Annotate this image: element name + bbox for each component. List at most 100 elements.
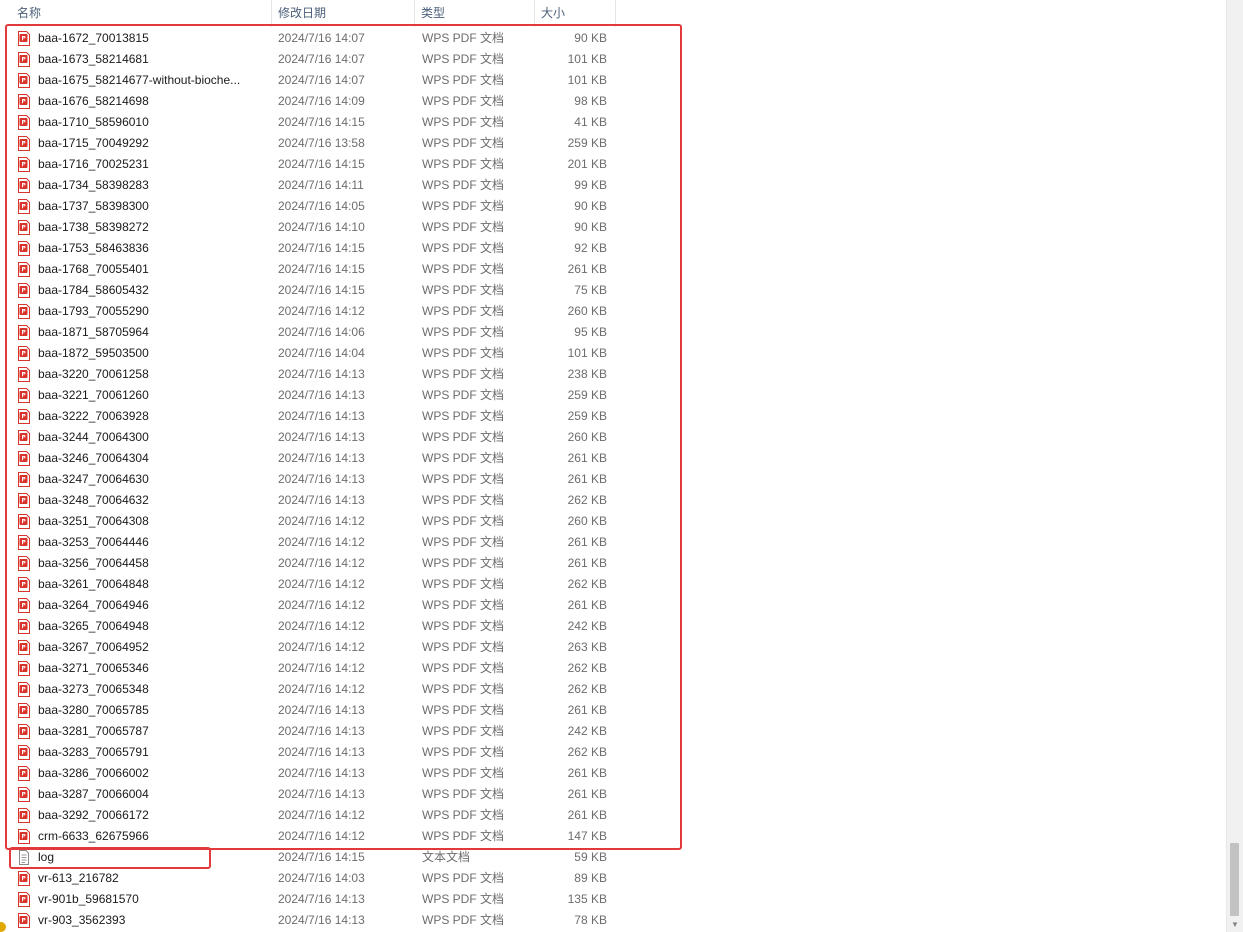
file-row[interactable]: baa-3267_70064952 2024/7/16 14:12 WPS PDF … xyxy=(0,637,616,658)
file-name: baa-1675_58214677-without-bioche... xyxy=(38,73,241,87)
column-header-name-label: 名称 xyxy=(17,6,42,20)
file-row[interactable]: baa-3222_70063928 2024/7/16 14:13 WPS PDF … xyxy=(0,406,616,427)
file-row[interactable]: vr-613_216782 2024/7/16 14:03 WPS PDF 文档 89… xyxy=(0,868,616,889)
file-date-modified: 2024/7/16 14:03 xyxy=(278,871,365,885)
file-type: WPS PDF 文档 xyxy=(422,703,505,717)
file-size: 262 KB xyxy=(567,745,607,759)
file-name: baa-3264_70064946 xyxy=(38,598,149,612)
file-date-modified: 2024/7/16 14:12 xyxy=(278,535,365,549)
file-type: WPS PDF 文档 xyxy=(422,892,505,906)
file-type: 文本文档 xyxy=(422,850,471,864)
file-date-modified: 2024/7/16 14:12 xyxy=(278,598,365,612)
pdf-icon xyxy=(17,241,31,256)
file-name: baa-3265_70064948 xyxy=(38,619,149,633)
file-row[interactable]: vr-901b_59681570 2024/7/16 14:13 WPS PDF 文… xyxy=(0,889,616,910)
pdf-icon xyxy=(17,703,31,718)
pdf-icon xyxy=(17,115,31,130)
file-size: 95 KB xyxy=(574,325,607,339)
file-name: baa-3267_70064952 xyxy=(38,640,149,654)
file-row[interactable]: baa-1753_58463836 2024/7/16 14:15 WPS PDF … xyxy=(0,238,616,259)
file-row[interactable]: vr-903_3562393 2024/7/16 14:13 WPS PDF 文档 7… xyxy=(0,910,616,931)
file-size: 262 KB xyxy=(567,577,607,591)
file-row[interactable]: baa-1673_58214681 2024/7/16 14:07 WPS PDF … xyxy=(0,49,616,70)
file-row[interactable]: baa-3286_70066002 2024/7/16 14:13 WPS PDF … xyxy=(0,763,616,784)
file-row[interactable]: baa-3244_70064300 2024/7/16 14:13 WPS PDF … xyxy=(0,427,616,448)
column-header-size[interactable]: 大小 xyxy=(535,0,616,27)
file-type: WPS PDF 文档 xyxy=(422,262,505,276)
file-row[interactable]: baa-3247_70064630 2024/7/16 14:13 WPS PDF … xyxy=(0,469,616,490)
file-type: WPS PDF 文档 xyxy=(422,388,505,402)
file-row[interactable]: baa-3264_70064946 2024/7/16 14:12 WPS PDF … xyxy=(0,595,616,616)
file-size: 59 KB xyxy=(574,850,607,864)
file-type: WPS PDF 文档 xyxy=(422,451,505,465)
file-type: WPS PDF 文档 xyxy=(422,52,505,66)
pdf-icon xyxy=(17,892,31,907)
column-header-date[interactable]: 修改日期 xyxy=(272,0,415,27)
file-row[interactable]: baa-1768_70055401 2024/7/16 14:15 WPS PDF … xyxy=(0,259,616,280)
file-type: WPS PDF 文档 xyxy=(422,241,505,255)
file-name: baa-3248_70064632 xyxy=(38,493,149,507)
pdf-icon xyxy=(17,430,31,445)
file-row[interactable]: baa-3251_70064308 2024/7/16 14:12 WPS PDF … xyxy=(0,511,616,532)
file-row[interactable]: baa-1672_70013815 2024/7/16 14:07 WPS PDF … xyxy=(0,28,616,49)
file-date-modified: 2024/7/16 14:05 xyxy=(278,199,365,213)
pdf-icon xyxy=(17,787,31,802)
file-row[interactable]: baa-1676_58214698 2024/7/16 14:09 WPS PDF … xyxy=(0,91,616,112)
file-date-modified: 2024/7/16 14:13 xyxy=(278,472,365,486)
file-row[interactable]: baa-1710_58596010 2024/7/16 14:15 WPS PDF … xyxy=(0,112,616,133)
file-size: 261 KB xyxy=(567,262,607,276)
file-date-modified: 2024/7/16 14:12 xyxy=(278,682,365,696)
file-row[interactable]: baa-3248_70064632 2024/7/16 14:13 WPS PDF … xyxy=(0,490,616,511)
column-header-type[interactable]: 类型 xyxy=(415,0,535,27)
file-row[interactable]: baa-1784_58605432 2024/7/16 14:15 WPS PDF … xyxy=(0,280,616,301)
file-row[interactable]: baa-1716_70025231 2024/7/16 14:15 WPS PDF … xyxy=(0,154,616,175)
file-row[interactable]: baa-1734_58398283 2024/7/16 14:11 WPS PDF … xyxy=(0,175,616,196)
file-row[interactable]: baa-1872_59503500 2024/7/16 14:04 WPS PDF … xyxy=(0,343,616,364)
file-row[interactable]: baa-1737_58398300 2024/7/16 14:05 WPS PDF … xyxy=(0,196,616,217)
file-date-modified: 2024/7/16 14:13 xyxy=(278,766,365,780)
vertical-scrollbar[interactable]: ▼ xyxy=(1226,0,1243,932)
file-row[interactable]: baa-3292_70066172 2024/7/16 14:12 WPS PDF … xyxy=(0,805,616,826)
file-size: 90 KB xyxy=(574,31,607,45)
file-row[interactable]: baa-3283_70065791 2024/7/16 14:13 WPS PDF … xyxy=(0,742,616,763)
file-type: WPS PDF 文档 xyxy=(422,220,505,234)
file-name: baa-3280_70065785 xyxy=(38,703,149,717)
file-name: baa-3251_70064308 xyxy=(38,514,149,528)
file-row[interactable]: baa-1793_70055290 2024/7/16 14:12 WPS PDF … xyxy=(0,301,616,322)
file-name: crm-6633_62675966 xyxy=(38,829,149,843)
file-row[interactable]: baa-3287_70066004 2024/7/16 14:13 WPS PDF … xyxy=(0,784,616,805)
pdf-icon xyxy=(17,472,31,487)
file-date-modified: 2024/7/16 14:12 xyxy=(278,640,365,654)
pdf-icon xyxy=(17,31,31,46)
file-row[interactable]: baa-3220_70061258 2024/7/16 14:13 WPS PDF … xyxy=(0,364,616,385)
pdf-icon xyxy=(17,829,31,844)
file-name: baa-1871_58705964 xyxy=(38,325,149,339)
file-date-modified: 2024/7/16 14:06 xyxy=(278,325,365,339)
pdf-icon xyxy=(17,493,31,508)
file-name: baa-1753_58463836 xyxy=(38,241,149,255)
file-row[interactable]: crm-6633_62675966 2024/7/16 14:12 WPS PDF … xyxy=(0,826,616,847)
file-row[interactable]: baa-3256_70064458 2024/7/16 14:12 WPS PDF … xyxy=(0,553,616,574)
file-date-modified: 2024/7/16 14:12 xyxy=(278,661,365,675)
file-row[interactable]: baa-1871_58705964 2024/7/16 14:06 WPS PDF … xyxy=(0,322,616,343)
file-row[interactable]: baa-1738_58398272 2024/7/16 14:10 WPS PDF … xyxy=(0,217,616,238)
file-row[interactable]: baa-3221_70061260 2024/7/16 14:13 WPS PDF … xyxy=(0,385,616,406)
file-row[interactable]: baa-3271_70065346 2024/7/16 14:12 WPS PDF … xyxy=(0,658,616,679)
scrollbar-thumb[interactable] xyxy=(1230,843,1239,916)
file-name: log xyxy=(38,850,55,864)
file-row[interactable]: baa-3265_70064948 2024/7/16 14:12 WPS PDF … xyxy=(0,616,616,637)
file-row[interactable]: baa-1675_58214677-without-bioche... 2024/… xyxy=(0,70,616,91)
file-row[interactable]: baa-3280_70065785 2024/7/16 14:13 WPS PDF … xyxy=(0,700,616,721)
file-row[interactable]: log 2024/7/16 14:15 文本文档 59 KB xyxy=(0,847,616,868)
column-header-name[interactable]: ^ 名称 xyxy=(0,0,272,27)
file-row[interactable]: baa-3246_70064304 2024/7/16 14:13 WPS PDF … xyxy=(0,448,616,469)
file-row[interactable]: baa-3261_70064848 2024/7/16 14:12 WPS PDF … xyxy=(0,574,616,595)
file-row[interactable]: baa-3253_70064446 2024/7/16 14:12 WPS PDF … xyxy=(0,532,616,553)
file-row[interactable]: baa-3281_70065787 2024/7/16 14:13 WPS PDF … xyxy=(0,721,616,742)
scroll-down-arrow-icon[interactable]: ▼ xyxy=(1231,920,1239,930)
file-row[interactable]: baa-1715_70049292 2024/7/16 13:58 WPS PDF … xyxy=(0,133,616,154)
file-row[interactable]: baa-3273_70065348 2024/7/16 14:12 WPS PDF … xyxy=(0,679,616,700)
file-date-modified: 2024/7/16 14:07 xyxy=(278,52,365,66)
file-size: 101 KB xyxy=(567,346,607,360)
file-date-modified: 2024/7/16 14:13 xyxy=(278,724,365,738)
